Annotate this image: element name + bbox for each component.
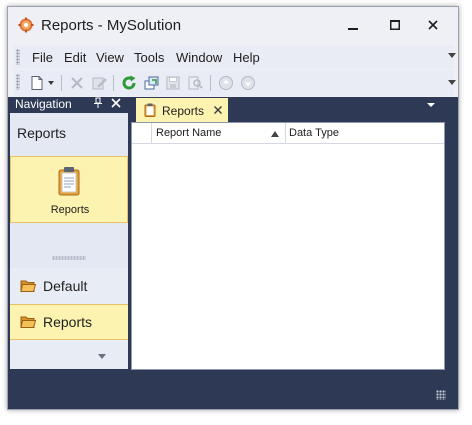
- menu-overflow-icon[interactable]: [448, 53, 456, 58]
- refresh-button[interactable]: [120, 74, 138, 92]
- navigation-pane: Reports Reports Default Reports: [10, 113, 128, 369]
- new-icon: [31, 76, 43, 90]
- menu-view[interactable]: View: [96, 50, 124, 65]
- previous-button[interactable]: [217, 74, 235, 92]
- clipboard-icon: [144, 103, 156, 117]
- pin-icon[interactable]: [93, 97, 103, 109]
- navigation-group-list: Default Reports: [10, 268, 128, 369]
- navigation-panel-title: Navigation: [15, 97, 72, 111]
- maximize-button[interactable]: [381, 13, 409, 37]
- close-button[interactable]: [419, 13, 447, 37]
- navigation-splitter[interactable]: [52, 256, 86, 260]
- tab-reports[interactable]: Reports: [136, 98, 228, 122]
- nav-group-default[interactable]: Default: [10, 268, 128, 304]
- menu-window[interactable]: Window: [176, 50, 222, 65]
- document-list-dropdown-icon[interactable]: [427, 103, 435, 107]
- column-header-report-name[interactable]: Report Name: [156, 127, 221, 139]
- find-button[interactable]: [186, 74, 204, 92]
- sort-ascending-icon: [271, 131, 279, 137]
- column-separator[interactable]: [285, 123, 286, 143]
- window-title: Reports - MySolution: [41, 17, 182, 34]
- menu-edit[interactable]: Edit: [64, 50, 86, 65]
- navigation-panel-header[interactable]: Navigation: [10, 94, 128, 112]
- nav-item-reports[interactable]: Reports: [10, 156, 128, 223]
- find-icon: [188, 76, 203, 90]
- new-dropdown-arrow-icon: [48, 81, 54, 85]
- minimize-button[interactable]: [339, 13, 367, 37]
- resize-grip[interactable]: [436, 390, 446, 400]
- next-button[interactable]: [239, 74, 257, 92]
- column-header-data-type[interactable]: Data Type: [289, 127, 339, 139]
- next-icon: [241, 76, 255, 90]
- report-grid: Report Name Data Type: [131, 122, 445, 370]
- maximize-icon: [390, 20, 400, 30]
- menu-file[interactable]: File: [32, 50, 53, 65]
- save-icon: [166, 76, 180, 90]
- edit-button[interactable]: [90, 74, 108, 92]
- folder-icon: [20, 316, 36, 328]
- delete-button[interactable]: [68, 74, 86, 92]
- menu-tools[interactable]: Tools: [134, 50, 164, 65]
- grid-header: Report Name Data Type: [132, 123, 444, 144]
- menu-bar-grip[interactable]: [16, 49, 20, 65]
- nav-group-label: Default: [43, 278, 88, 294]
- save-button[interactable]: [164, 74, 182, 92]
- folder-icon: [20, 280, 36, 292]
- close-icon[interactable]: [214, 106, 222, 114]
- open-related-button[interactable]: [142, 74, 160, 92]
- nav-item-label: Reports: [50, 204, 90, 216]
- new-button[interactable]: [28, 74, 46, 92]
- nav-group-label: Reports: [43, 314, 93, 330]
- menu-help[interactable]: Help: [233, 50, 260, 65]
- toolbar-separator: [210, 75, 211, 91]
- previous-icon: [219, 76, 233, 90]
- edit-icon: [92, 77, 107, 90]
- toolbar: [14, 70, 456, 96]
- new-dropdown-button[interactable]: [46, 74, 56, 92]
- grid-body[interactable]: [132, 144, 444, 369]
- delete-icon: [71, 77, 83, 89]
- open-related-icon: [144, 76, 159, 90]
- title-bar[interactable]: Reports - MySolution: [8, 7, 458, 43]
- menu-bar: File Edit View Tools Window Help: [14, 45, 456, 69]
- clipboard-icon: [58, 167, 80, 196]
- close-icon: [428, 20, 438, 30]
- column-separator: [151, 123, 152, 143]
- refresh-icon: [122, 75, 136, 90]
- toolbar-overflow-icon[interactable]: [448, 80, 456, 85]
- toolbar-grip[interactable]: [16, 74, 20, 90]
- navigation-group-title: Reports: [17, 125, 67, 141]
- minimize-icon: [348, 28, 358, 30]
- toolbar-separator: [113, 75, 114, 91]
- nav-group-reports[interactable]: Reports: [10, 304, 128, 340]
- tab-label: Reports: [162, 104, 205, 118]
- close-icon[interactable]: [111, 98, 121, 108]
- chevron-down-icon[interactable]: [98, 354, 106, 359]
- toolbar-separator: [61, 75, 62, 91]
- gear-icon: [18, 17, 34, 33]
